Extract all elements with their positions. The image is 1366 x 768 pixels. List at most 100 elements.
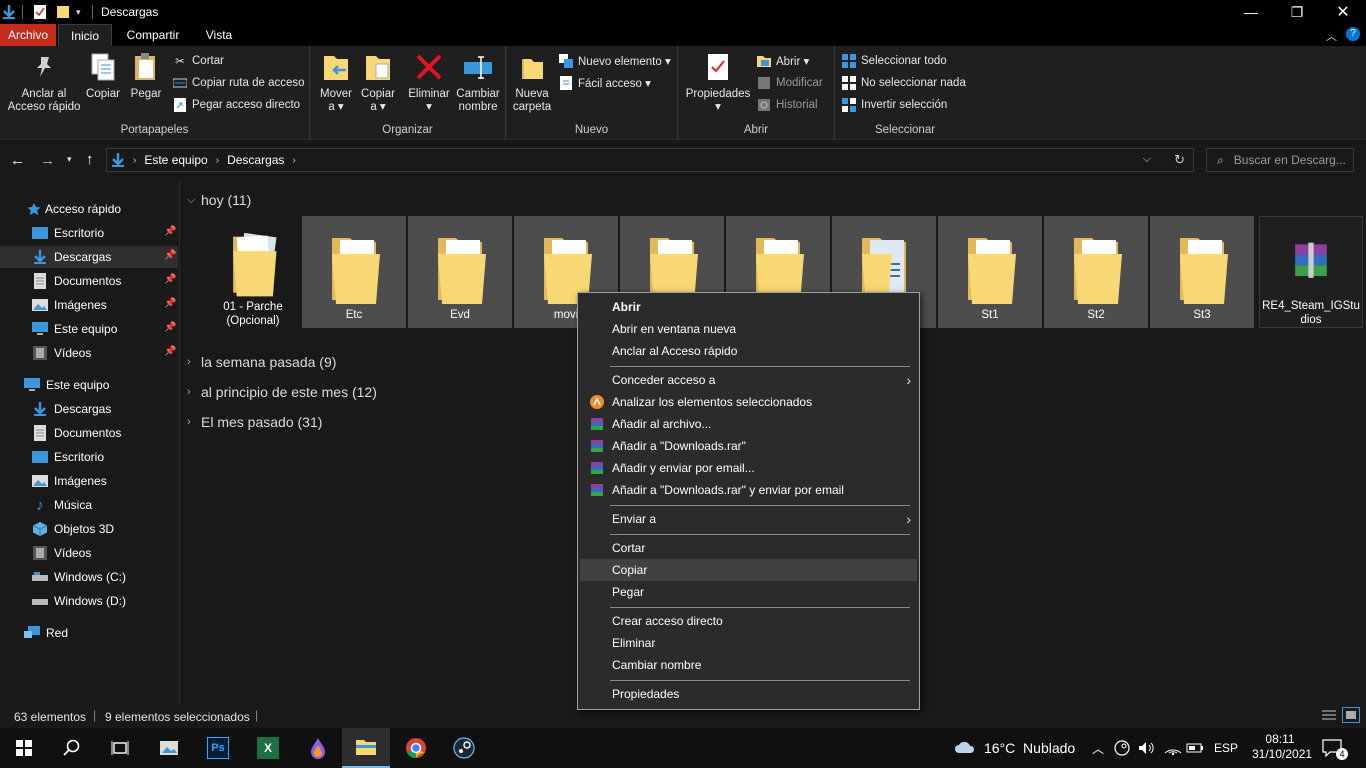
sidebar-item-red[interactable]: Red: [0, 622, 178, 644]
sidebar-item-descargas[interactable]: Descargas 📌: [0, 246, 178, 268]
up-arrow-icon[interactable]: ↑: [86, 151, 94, 168]
input-language[interactable]: ESP: [1214, 728, 1238, 768]
sidebar-item-pc-musica[interactable]: ♪ Música: [0, 494, 178, 516]
recent-locations-icon[interactable]: ▾: [67, 154, 72, 165]
group-header-principio[interactable]: › al principio de este mes (12): [187, 381, 377, 403]
easy-access-button[interactable]: Fácil acceso ▾: [558, 74, 651, 92]
battery-icon[interactable]: [1186, 728, 1204, 768]
notifications-button[interactable]: 4: [1322, 728, 1348, 768]
rename-button[interactable]: Cambiar nombre: [454, 50, 502, 114]
taskbar-app-photos[interactable]: [146, 728, 194, 768]
paste-shortcut-button[interactable]: Pegar acceso directo: [172, 96, 300, 114]
taskbar-app-chrome[interactable]: [392, 728, 440, 768]
task-view-button[interactable]: [96, 728, 144, 768]
move-to-button[interactable]: Mover a ▾: [316, 50, 356, 114]
sidebar-item-este-equipo-quick[interactable]: Este equipo 📌: [0, 318, 178, 340]
close-button[interactable]: ✕: [1320, 0, 1366, 24]
address-bar[interactable]: › Este equipo › Descargas › ⌵ ↻: [106, 148, 1194, 172]
sidebar-item-drive-c[interactable]: Windows (C:): [0, 566, 178, 588]
wifi-icon[interactable]: [1164, 728, 1182, 768]
refresh-icon[interactable]: ↻: [1174, 152, 1185, 168]
steam-tray-icon[interactable]: [1114, 728, 1130, 768]
breadcrumb-descargas[interactable]: Descargas: [227, 153, 284, 167]
back-arrow-icon[interactable]: ←: [10, 152, 25, 169]
taskbar-app-photoshop[interactable]: Ps: [194, 728, 242, 768]
tab-inicio[interactable]: Inicio: [58, 24, 112, 46]
new-folder-qa-icon[interactable]: [56, 3, 70, 21]
copy-to-button[interactable]: Copiar a ▾: [358, 50, 398, 114]
menu-item-copiar[interactable]: Copiar: [580, 559, 917, 581]
clock[interactable]: 08:11 31/10/2021: [1252, 728, 1312, 768]
new-item-button[interactable]: Nuevo elemento ▾: [558, 52, 671, 70]
pin-icon[interactable]: 📌: [164, 251, 176, 261]
properties-button[interactable]: Propiedades ▾: [682, 50, 754, 114]
history-button[interactable]: Historial: [756, 96, 818, 114]
group-header-mes[interactable]: › El mes pasado (31): [187, 411, 322, 433]
menu-item-anadir-rar[interactable]: Añadir a "Downloads.rar": [580, 435, 917, 457]
sidebar-item-drive-d[interactable]: Windows (D:): [0, 590, 178, 612]
menu-item-cambiar-nombre[interactable]: Cambiar nombre: [580, 654, 917, 676]
folder-tile[interactable]: Evd: [408, 216, 512, 328]
sidebar-item-imagenes[interactable]: Imágenes 📌: [0, 294, 178, 316]
sidebar-item-videos-quick[interactable]: Vídeos 📌: [0, 342, 178, 364]
properties-qa-icon[interactable]: [33, 3, 47, 21]
help-icon[interactable]: ?: [1346, 27, 1360, 41]
file-tile[interactable]: 01 - Parche (Opcional): [201, 216, 305, 328]
weather-widget[interactable]: 16°C Nublado: [954, 728, 1075, 768]
folder-tile[interactable]: St1: [938, 216, 1042, 328]
sidebar-item-pc-descargas[interactable]: Descargas: [0, 398, 178, 420]
paste-button[interactable]: Pegar: [126, 50, 166, 101]
sidebar-item-pc-escritorio[interactable]: Escritorio: [0, 446, 178, 468]
address-dropdown-icon[interactable]: ⌵: [1143, 153, 1151, 166]
taskbar-app-steam[interactable]: [440, 728, 488, 768]
collapse-ribbon-icon[interactable]: ︿: [1326, 28, 1337, 44]
menu-item-anclar[interactable]: Anclar al Acceso rápido: [580, 340, 917, 362]
menu-item-abrir[interactable]: Abrir: [580, 296, 917, 318]
menu-item-crear-acceso[interactable]: Crear acceso directo: [580, 610, 917, 632]
tab-compartir[interactable]: Compartir: [116, 24, 190, 46]
qa-customize-icon[interactable]: ▾: [76, 3, 81, 21]
menu-item-anadir-archivo[interactable]: Añadir al archivo...: [580, 413, 917, 435]
delete-button[interactable]: Eliminar ▾: [406, 50, 452, 114]
minimize-button[interactable]: —: [1228, 0, 1274, 24]
show-hidden-icons-button[interactable]: ︿: [1092, 728, 1104, 768]
taskbar-app-explorer[interactable]: [342, 728, 390, 768]
menu-item-anadir-rar-email[interactable]: Añadir a "Downloads.rar" y enviar por em…: [580, 479, 917, 501]
select-none-button[interactable]: No seleccionar nada: [841, 74, 966, 92]
pin-icon[interactable]: 📌: [164, 323, 176, 333]
cut-button[interactable]: ✂ Cortar: [172, 52, 224, 70]
taskbar-app-excel[interactable]: X: [244, 728, 292, 768]
group-header-semana[interactable]: › la semana pasada (9): [187, 351, 336, 373]
menu-item-pegar[interactable]: Pegar: [580, 581, 917, 603]
sidebar-item-pc-imagenes[interactable]: Imágenes: [0, 470, 178, 492]
volume-icon[interactable]: [1138, 728, 1156, 768]
select-all-button[interactable]: Seleccionar todo: [841, 52, 947, 70]
copy-path-button[interactable]: Copiar ruta de acceso: [172, 74, 305, 92]
folder-tile[interactable]: St2: [1044, 216, 1148, 328]
archive-tile[interactable]: RE4_Steam_IGStudios: [1259, 216, 1363, 328]
menu-item-propiedades[interactable]: Propiedades: [580, 683, 917, 705]
taskbar-app-paint[interactable]: [294, 728, 342, 768]
large-icons-view-icon[interactable]: [1342, 707, 1360, 723]
tab-archivo[interactable]: Archivo: [0, 24, 56, 46]
sidebar-item-este-equipo[interactable]: Este equipo: [0, 374, 178, 396]
start-button[interactable]: [0, 728, 48, 768]
menu-item-abrir-nueva[interactable]: Abrir en ventana nueva: [580, 318, 917, 340]
sidebar-item-pc-videos[interactable]: Vídeos: [0, 542, 178, 564]
search-taskbar-button[interactable]: [48, 728, 96, 768]
sidebar-item-pc-objetos-3d[interactable]: Objetos 3D: [0, 518, 178, 540]
breadcrumb-este-equipo[interactable]: Este equipo: [144, 153, 207, 167]
pin-icon[interactable]: 📌: [164, 275, 176, 285]
details-view-icon[interactable]: [1322, 709, 1336, 724]
invert-selection-button[interactable]: Invertir selección: [841, 96, 947, 114]
new-folder-button[interactable]: Nueva carpeta: [510, 50, 554, 114]
tab-vista[interactable]: Vista: [196, 24, 242, 46]
pin-quick-access-button[interactable]: Anclar al Acceso rápido: [4, 50, 84, 114]
menu-item-conceder[interactable]: Conceder acceso a ›: [580, 369, 917, 391]
sidebar-item-escritorio[interactable]: Escritorio 📌: [0, 222, 178, 244]
menu-item-eliminar[interactable]: Eliminar: [580, 632, 917, 654]
forward-arrow-icon[interactable]: →: [40, 152, 55, 169]
open-button[interactable]: Abrir ▾: [756, 52, 809, 70]
folder-tile[interactable]: St3: [1150, 216, 1254, 328]
folder-tile[interactable]: Etc: [302, 216, 406, 328]
